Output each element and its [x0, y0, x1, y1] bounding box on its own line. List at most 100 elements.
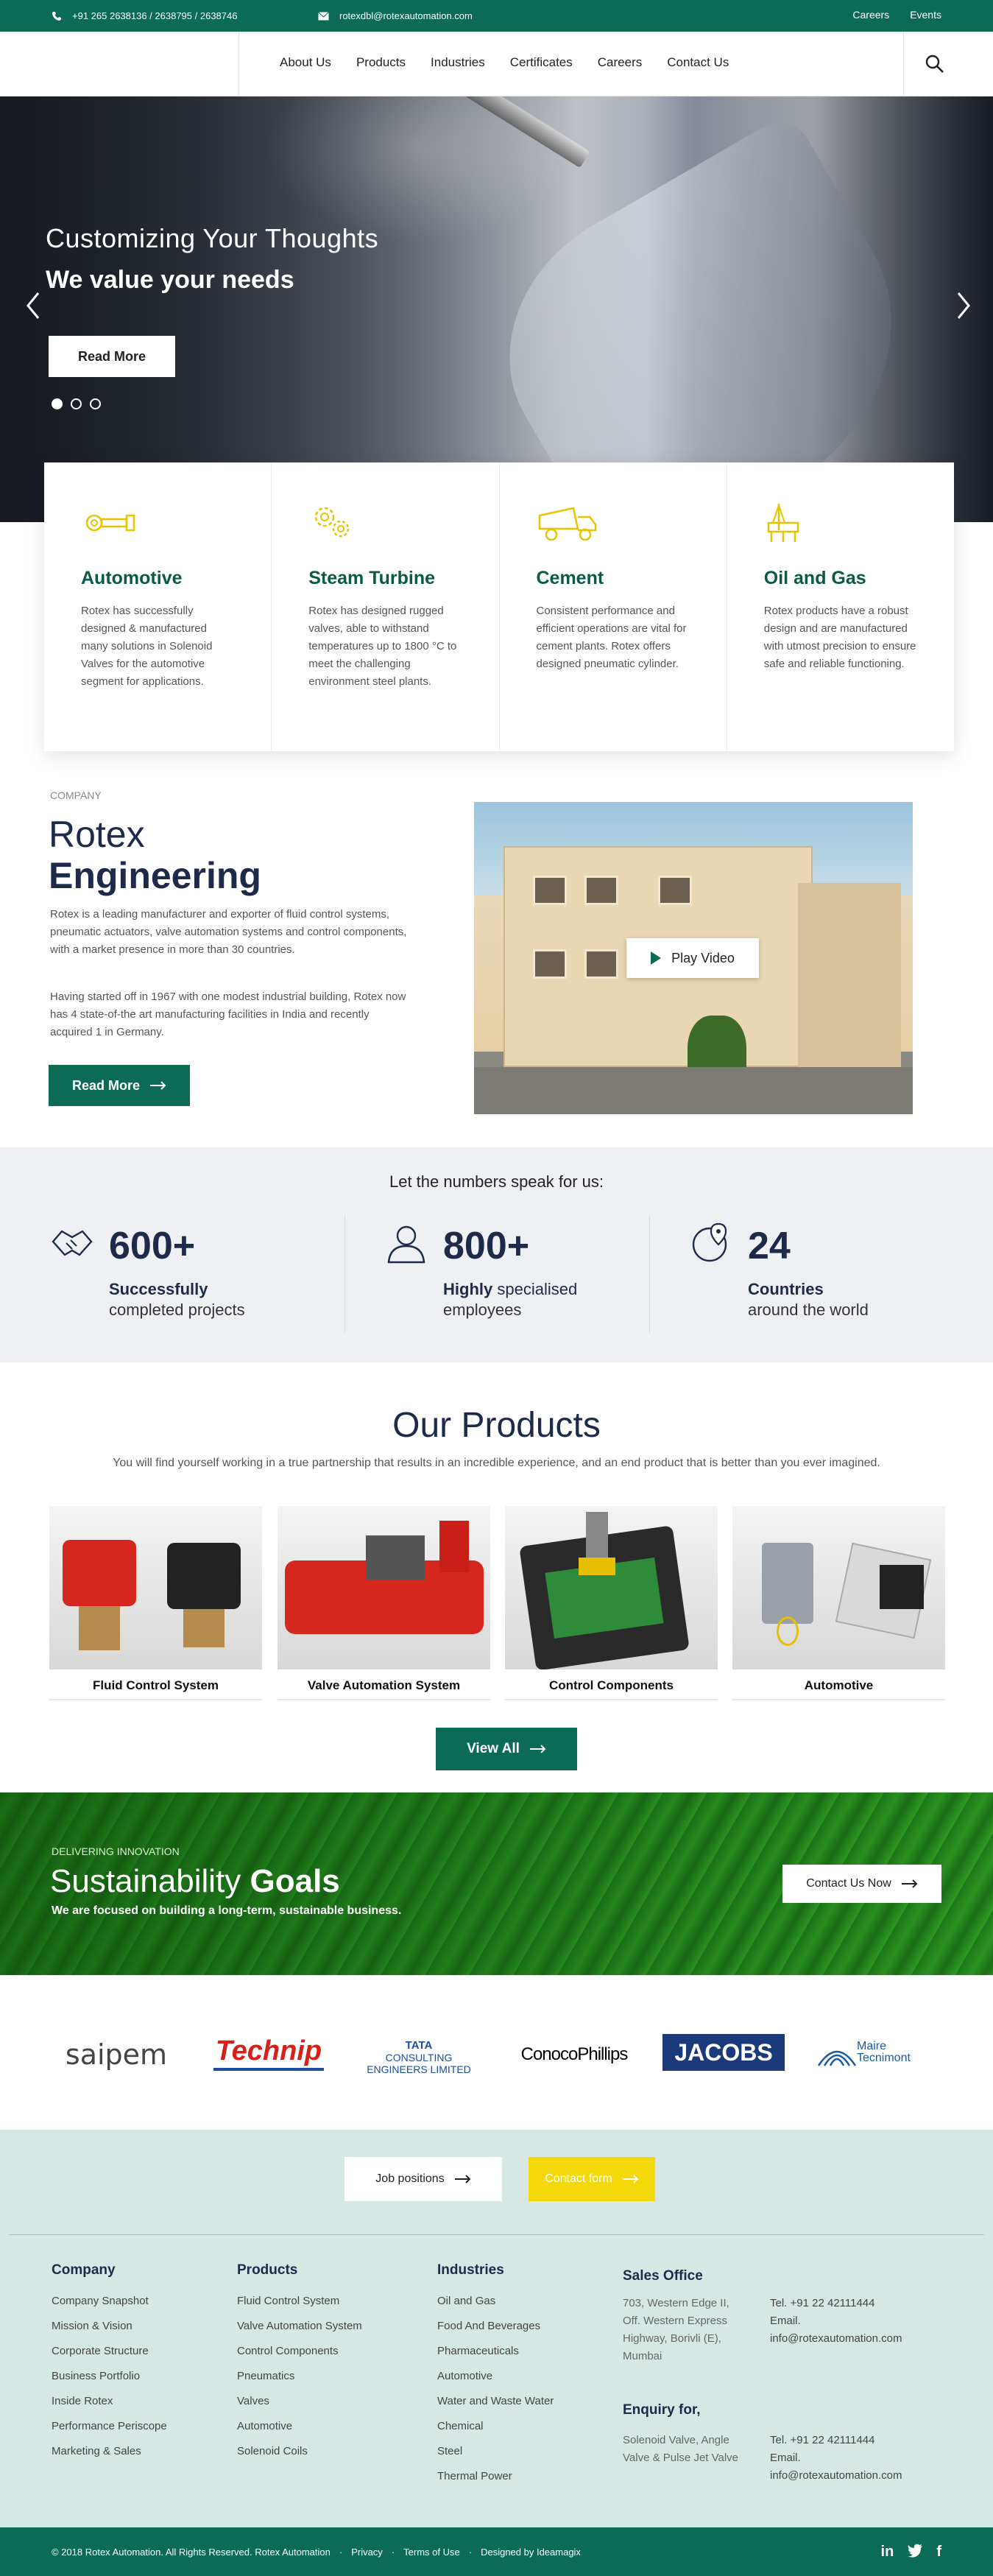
product-image: [505, 1506, 718, 1669]
footer-link[interactable]: Automotive: [237, 2414, 362, 2439]
footer-link[interactable]: Pharmaceuticals: [437, 2339, 554, 2364]
sales-tel[interactable]: Tel. +91 22 42111444: [770, 2295, 939, 2312]
footer-link[interactable]: Mission & Vision: [52, 2314, 167, 2339]
product-label: Valve Automation System: [307, 1678, 461, 1692]
copyright: © 2018 Rotex Automation. All Rights Rese…: [52, 2547, 331, 2558]
email-contact[interactable]: rotexdbl@rotexautomation.com: [318, 10, 473, 21]
product-card[interactable]: Fluid Control System: [49, 1506, 262, 1700]
valve-body: [79, 1606, 120, 1650]
phone-contact[interactable]: +91 265 2638136 / 2638795 / 2638746: [52, 10, 237, 21]
product-label: Fluid Control System: [93, 1678, 219, 1692]
contact-us-now-button[interactable]: Contact Us Now: [782, 1865, 941, 1903]
footer-col-title: Sales Office: [623, 2268, 703, 2284]
search-icon[interactable]: [925, 54, 945, 74]
view-all-button[interactable]: View All: [436, 1728, 577, 1770]
footer-link[interactable]: Chemical: [437, 2414, 554, 2439]
chevron-left-icon[interactable]: [25, 291, 41, 320]
arrow-right-icon: [901, 1879, 918, 1888]
button-label: Job positions: [375, 2172, 445, 2185]
footer-link[interactable]: Company Snapshot: [52, 2289, 167, 2314]
footer-link[interactable]: Control Components: [237, 2339, 362, 2364]
black-valve: [167, 1543, 241, 1609]
product-label: Control Components: [548, 1678, 674, 1692]
stat-number: 800+: [443, 1225, 530, 1267]
industry-card-oil-gas[interactable]: Oil and Gas Rotex products have a robust…: [727, 462, 954, 751]
hero-title: We value your needs: [46, 266, 294, 294]
actuator-switch: [366, 1535, 425, 1580]
hero-read-more-button[interactable]: Read More: [49, 336, 175, 377]
window: [584, 876, 618, 905]
sales-email[interactable]: info@rotexautomation.com: [770, 2330, 939, 2348]
enquiry-title: Enquiry for,: [623, 2402, 701, 2418]
footer-link[interactable]: Valves: [237, 2389, 362, 2414]
sustainability-desc: We are focused on building a long-term, …: [52, 1904, 402, 1917]
footer-link[interactable]: Performance Periscope: [52, 2414, 167, 2439]
nav-contact-us[interactable]: Contact Us: [667, 55, 729, 70]
footer-link[interactable]: Steel: [437, 2439, 554, 2464]
footer-link[interactable]: Food And Beverages: [437, 2314, 554, 2339]
industry-card-automotive[interactable]: Automotive Rotex has successfully design…: [44, 462, 272, 751]
email-address: rotexdbl@rotexautomation.com: [339, 10, 473, 21]
sustainability-eyebrow: DELIVERING INNOVATION: [52, 1845, 180, 1857]
logo-text-stack: Maire Tecnimont: [857, 2041, 911, 2064]
title-light: Sustainability: [50, 1863, 241, 1899]
chevron-right-icon[interactable]: [955, 291, 972, 320]
logo-text: TATA: [405, 2039, 433, 2052]
top-link-careers[interactable]: Careers: [852, 9, 889, 21]
footer-link[interactable]: Fluid Control System: [237, 2289, 362, 2314]
slider-dot[interactable]: [90, 398, 101, 409]
footer-link[interactable]: Pneumatics: [237, 2364, 362, 2389]
footer-link[interactable]: Business Portfolio: [52, 2364, 167, 2389]
stat-line1: Highly specialised: [443, 1280, 577, 1299]
about-title-bold: Engineering: [49, 855, 261, 896]
enquiry-products: Solenoid Valve, Angle Valve & Pulse Jet …: [623, 2434, 739, 2464]
footer-link[interactable]: Inside Rotex: [52, 2389, 167, 2414]
enquiry-email[interactable]: info@rotexautomation.com: [770, 2467, 939, 2485]
products-subtitle: You will find yourself working in a true…: [113, 1457, 880, 1469]
sales-contact: Tel. +91 22 42111444 Email. info@rotexau…: [770, 2295, 939, 2348]
slider-dot[interactable]: [71, 398, 82, 409]
product-card[interactable]: Automotive: [732, 1506, 945, 1700]
footer-link[interactable]: Water and Waste Water: [437, 2389, 554, 2414]
footer-link[interactable]: Thermal Power: [437, 2464, 554, 2489]
cable: [777, 1616, 799, 1646]
slider-dots: [52, 398, 101, 409]
footer-link[interactable]: Oil and Gas: [437, 2289, 554, 2314]
arc-logo-icon: [817, 2050, 857, 2066]
stat-line1: Successfully: [109, 1280, 208, 1299]
enquiry-tel[interactable]: Tel. +91 22 42111444: [770, 2432, 939, 2449]
client-logos: saipem Technip TATA CONSULTING ENGINEERS…: [0, 1975, 993, 2130]
footer-link[interactable]: Corporate Structure: [52, 2339, 167, 2364]
about-read-more-button[interactable]: Read More: [49, 1065, 190, 1106]
nav-about-us[interactable]: About Us: [280, 55, 331, 70]
industry-card-cement[interactable]: Cement Consistent performance and effici…: [500, 462, 727, 751]
contact-form-button[interactable]: Contact form: [529, 2157, 655, 2201]
footer-link[interactable]: Solenoid Coils: [237, 2439, 362, 2464]
slider-dot[interactable]: [52, 398, 63, 409]
product-card[interactable]: Valve Automation System: [278, 1506, 490, 1700]
footer-link[interactable]: Valve Automation System: [237, 2314, 362, 2339]
footer-link[interactable]: Automotive: [437, 2364, 554, 2389]
privacy-link[interactable]: Privacy: [351, 2547, 383, 2558]
footer-col-company: Company Company Snapshot Mission & Visio…: [52, 2262, 167, 2464]
nav-products[interactable]: Products: [356, 55, 406, 70]
play-icon: [651, 951, 662, 965]
play-video-button[interactable]: Play Video: [626, 938, 759, 978]
product-card[interactable]: Control Components: [505, 1506, 718, 1700]
separator: ·: [468, 2547, 473, 2558]
facebook-icon[interactable]: f: [936, 2544, 941, 2561]
nav-certificates[interactable]: Certificates: [510, 55, 573, 70]
job-positions-button[interactable]: Job positions: [344, 2157, 502, 2201]
designed-by-link[interactable]: Designed by Ideamagix: [481, 2547, 581, 2558]
stat-line1: Countries: [748, 1280, 824, 1299]
footer-link[interactable]: Marketing & Sales: [52, 2439, 167, 2464]
twitter-icon[interactable]: [907, 2544, 923, 2558]
industry-card-steam-turbine[interactable]: Steam Turbine Rotex has designed rugged …: [272, 462, 500, 751]
linkedin-icon[interactable]: in: [881, 2544, 894, 2561]
phone-number: +91 265 2638136 / 2638795 / 2638746: [72, 10, 238, 21]
stat-line2: around the world: [748, 1301, 869, 1319]
nav-industries[interactable]: Industries: [431, 55, 485, 70]
top-link-events[interactable]: Events: [910, 9, 941, 21]
nav-careers[interactable]: Careers: [598, 55, 642, 70]
terms-link[interactable]: Terms of Use: [403, 2547, 460, 2558]
